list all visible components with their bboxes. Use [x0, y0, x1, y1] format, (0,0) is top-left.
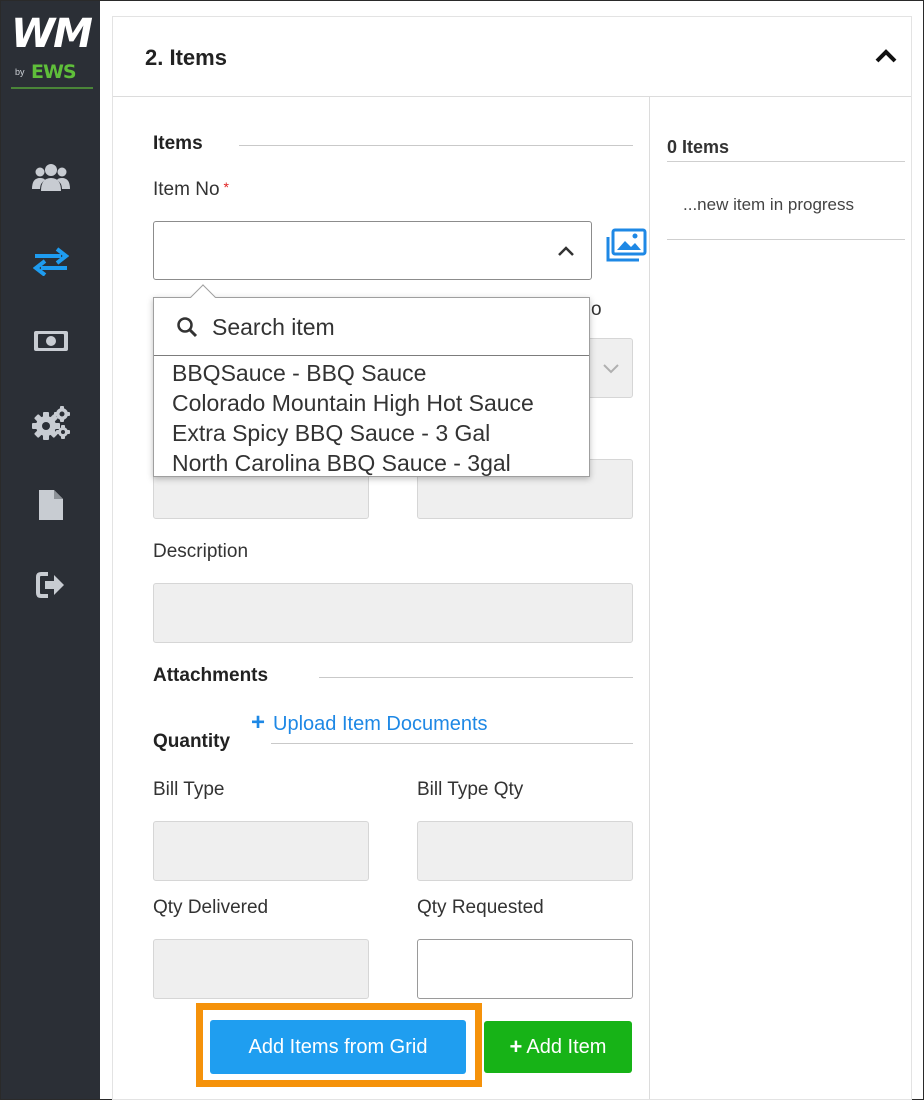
- attachments-divider: [319, 677, 633, 678]
- sidebar-item-billing[interactable]: [31, 321, 71, 361]
- quantity-divider: [271, 743, 633, 744]
- highlight-box: [196, 1003, 482, 1087]
- item-option[interactable]: North Carolina BBQ Sauce - 3gal: [172, 448, 534, 478]
- logo-by: by: [15, 67, 25, 77]
- chevron-down-icon: [603, 364, 619, 374]
- item-option[interactable]: BBQSauce - BBQ Sauce: [172, 358, 534, 388]
- item-search-input[interactable]: Search item: [154, 298, 589, 356]
- plus-icon: +: [509, 1034, 523, 1059]
- sidebar-item-documents[interactable]: [31, 485, 71, 525]
- add-item-button[interactable]: + Add Item: [484, 1021, 632, 1073]
- items-count-divider: [667, 161, 905, 162]
- description-field: [153, 583, 633, 643]
- transfer-arrows-icon: [33, 247, 69, 276]
- item-progress-divider: [667, 239, 905, 240]
- upload-item-documents-link[interactable]: + Upload Item Documents: [251, 709, 488, 737]
- bill-type-qty-label: Bill Type Qty: [417, 779, 524, 800]
- required-marker: *: [223, 179, 229, 195]
- items-panel: 2. Items Items Item No * o Description A…: [112, 16, 912, 1100]
- qty-delivered-label: Qty Delivered: [153, 897, 269, 918]
- quantity-section-heading: Quantity: [153, 731, 231, 752]
- chevron-up-icon: [558, 246, 574, 256]
- bill-type-qty-field: [417, 821, 633, 881]
- sidebar-item-users[interactable]: [31, 157, 71, 197]
- logo-ews: EWS: [31, 61, 77, 83]
- item-option[interactable]: Colorado Mountain High Hot Sauce: [172, 388, 534, 418]
- sign-out-icon: [36, 572, 64, 598]
- users-icon: [32, 164, 70, 191]
- hidden-field-label: o: [591, 299, 602, 320]
- item-progress-text: ...new item in progress: [683, 195, 855, 214]
- bill-type-label: Bill Type: [153, 779, 225, 800]
- qty-requested-label: Qty Requested: [417, 897, 544, 918]
- bill-type-field: [153, 821, 369, 881]
- logo-underline: [11, 87, 93, 89]
- chevron-up-icon[interactable]: [871, 41, 901, 71]
- panel-title: 2. Items: [145, 45, 227, 70]
- search-placeholder: Search item: [212, 314, 335, 340]
- items-section-divider: [239, 145, 633, 146]
- description-label: Description: [153, 541, 249, 562]
- gears-icon: [32, 406, 70, 440]
- items-summary: 0 Items ...new item in progress: [651, 97, 911, 1099]
- logo-wm: WM: [11, 11, 93, 57]
- item-form: Items Item No * o Description Attachments: [113, 97, 650, 1099]
- logo: WM by EWS: [11, 11, 93, 91]
- sidebar-item-transfers[interactable]: [31, 241, 71, 281]
- item-search-dropdown: Search item BBQSauce - BBQ Sauce Colorad…: [153, 284, 590, 478]
- item-option[interactable]: Extra Spicy BBQ Sauce - 3 Gal: [172, 418, 534, 448]
- qty-requested-input[interactable]: [417, 939, 633, 999]
- item-no-label: Item No *: [153, 179, 229, 200]
- image-gallery-icon[interactable]: [605, 227, 649, 267]
- items-count: 0 Items: [667, 137, 730, 157]
- sidebar-item-settings[interactable]: [31, 403, 71, 443]
- item-no-select[interactable]: [153, 221, 592, 280]
- search-icon: [177, 317, 198, 338]
- qty-delivered-field: [153, 939, 369, 999]
- item-option-list: BBQSauce - BBQ Sauce Colorado Mountain H…: [172, 358, 534, 478]
- items-section-heading: Items: [153, 133, 203, 154]
- sidebar: WM by EWS: [1, 1, 100, 1099]
- plus-icon: +: [251, 709, 266, 736]
- sidebar-item-logout[interactable]: [31, 565, 71, 605]
- money-icon: [34, 331, 68, 351]
- panel-header[interactable]: 2. Items: [113, 17, 911, 97]
- document-icon: [39, 490, 63, 520]
- attachments-section-heading: Attachments: [153, 665, 269, 686]
